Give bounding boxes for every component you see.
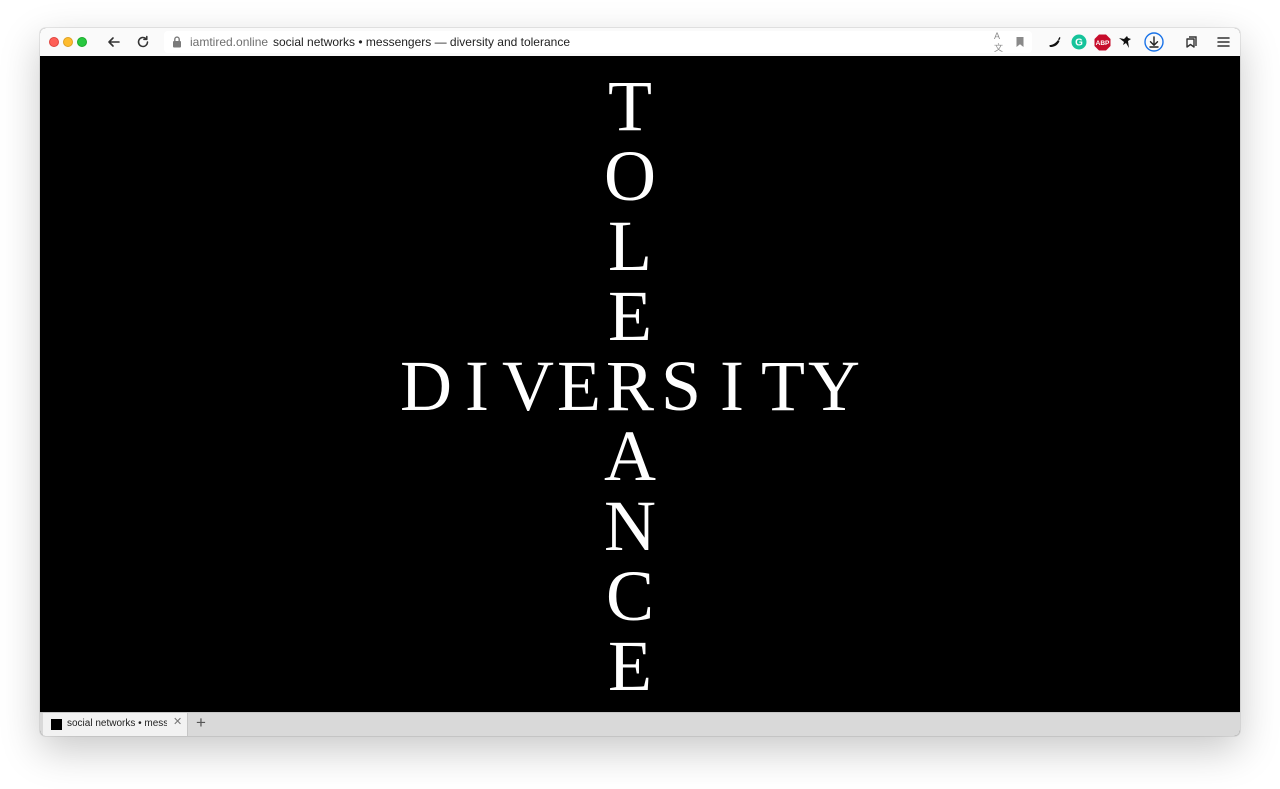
reload-icon xyxy=(137,35,149,48)
page-content: TOLEANCE DIVERSITY xyxy=(40,56,1240,712)
letter-l: L xyxy=(608,206,652,286)
bookmark-button[interactable] xyxy=(1013,35,1027,49)
adblock-plus-icon: ABP xyxy=(1094,34,1110,50)
translate-icon[interactable]: A文 xyxy=(994,31,1008,53)
adblock-plus-button[interactable]: ABP xyxy=(1093,33,1111,51)
page-favicon-icon xyxy=(51,719,62,730)
chili-extension-button[interactable] xyxy=(1046,33,1064,51)
chili-extension-icon xyxy=(1049,37,1061,47)
menu-icon xyxy=(1216,37,1230,47)
grammarly-button[interactable]: G xyxy=(1070,33,1088,51)
letter-v: V xyxy=(502,346,554,426)
letter-i: I xyxy=(720,346,744,426)
tab-cycle-icon xyxy=(1186,36,1197,48)
address-bar[interactable]: iamtired.online social networks • messen… xyxy=(164,31,1032,53)
back-button[interactable] xyxy=(104,32,124,52)
letter-o: O xyxy=(604,136,656,216)
lock-icon xyxy=(173,36,181,48)
bookmark-icon xyxy=(1016,37,1024,47)
bird-extension-icon xyxy=(1119,36,1131,48)
tab-label: social networks • messengers — diversity… xyxy=(67,718,167,729)
reload-button[interactable] xyxy=(133,32,153,52)
letter-d: D xyxy=(400,346,452,426)
menu-button[interactable] xyxy=(1214,33,1232,51)
letter-e: E xyxy=(608,626,652,706)
browser-toolbar: iamtired.online social networks • messen… xyxy=(40,28,1240,57)
tab-bar: social networks • messengers — diversity… xyxy=(40,712,1240,736)
letter-s: S xyxy=(660,346,702,426)
letter-y: Y xyxy=(808,346,860,426)
window-close-button[interactable] xyxy=(49,37,59,47)
browser-window: iamtired.online social networks • messen… xyxy=(40,28,1240,736)
letter-t: T xyxy=(761,346,805,426)
letter-c: C xyxy=(605,556,655,636)
download-icon xyxy=(1144,32,1164,52)
tab-close-icon[interactable]: ✕ xyxy=(173,717,182,728)
url-domain: iamtired.online xyxy=(190,35,269,49)
letter-e: E xyxy=(557,346,601,426)
page-title: social networks • messengers — diversity… xyxy=(273,35,570,49)
letter-e: E xyxy=(608,276,652,356)
bird-extension-button[interactable] xyxy=(1116,33,1134,51)
letter-t: T xyxy=(608,66,652,146)
letter-a: A xyxy=(604,416,656,496)
tab-active[interactable]: social networks • messengers — diversity… xyxy=(43,713,188,736)
svg-text:ABP: ABP xyxy=(1095,40,1109,47)
letter-i: I xyxy=(465,346,489,426)
window-minimize-button[interactable] xyxy=(63,37,73,47)
tab-cycle-button[interactable] xyxy=(1183,33,1201,51)
arrow-left-icon xyxy=(108,37,120,47)
svg-text:G: G xyxy=(1075,38,1083,49)
new-tab-button[interactable]: + xyxy=(196,714,206,731)
letter-n: N xyxy=(604,486,656,566)
window-maximize-button[interactable] xyxy=(77,37,87,47)
letter-r: R xyxy=(605,346,655,426)
downloads-button[interactable] xyxy=(1144,32,1164,52)
grammarly-icon: G xyxy=(1071,34,1087,50)
